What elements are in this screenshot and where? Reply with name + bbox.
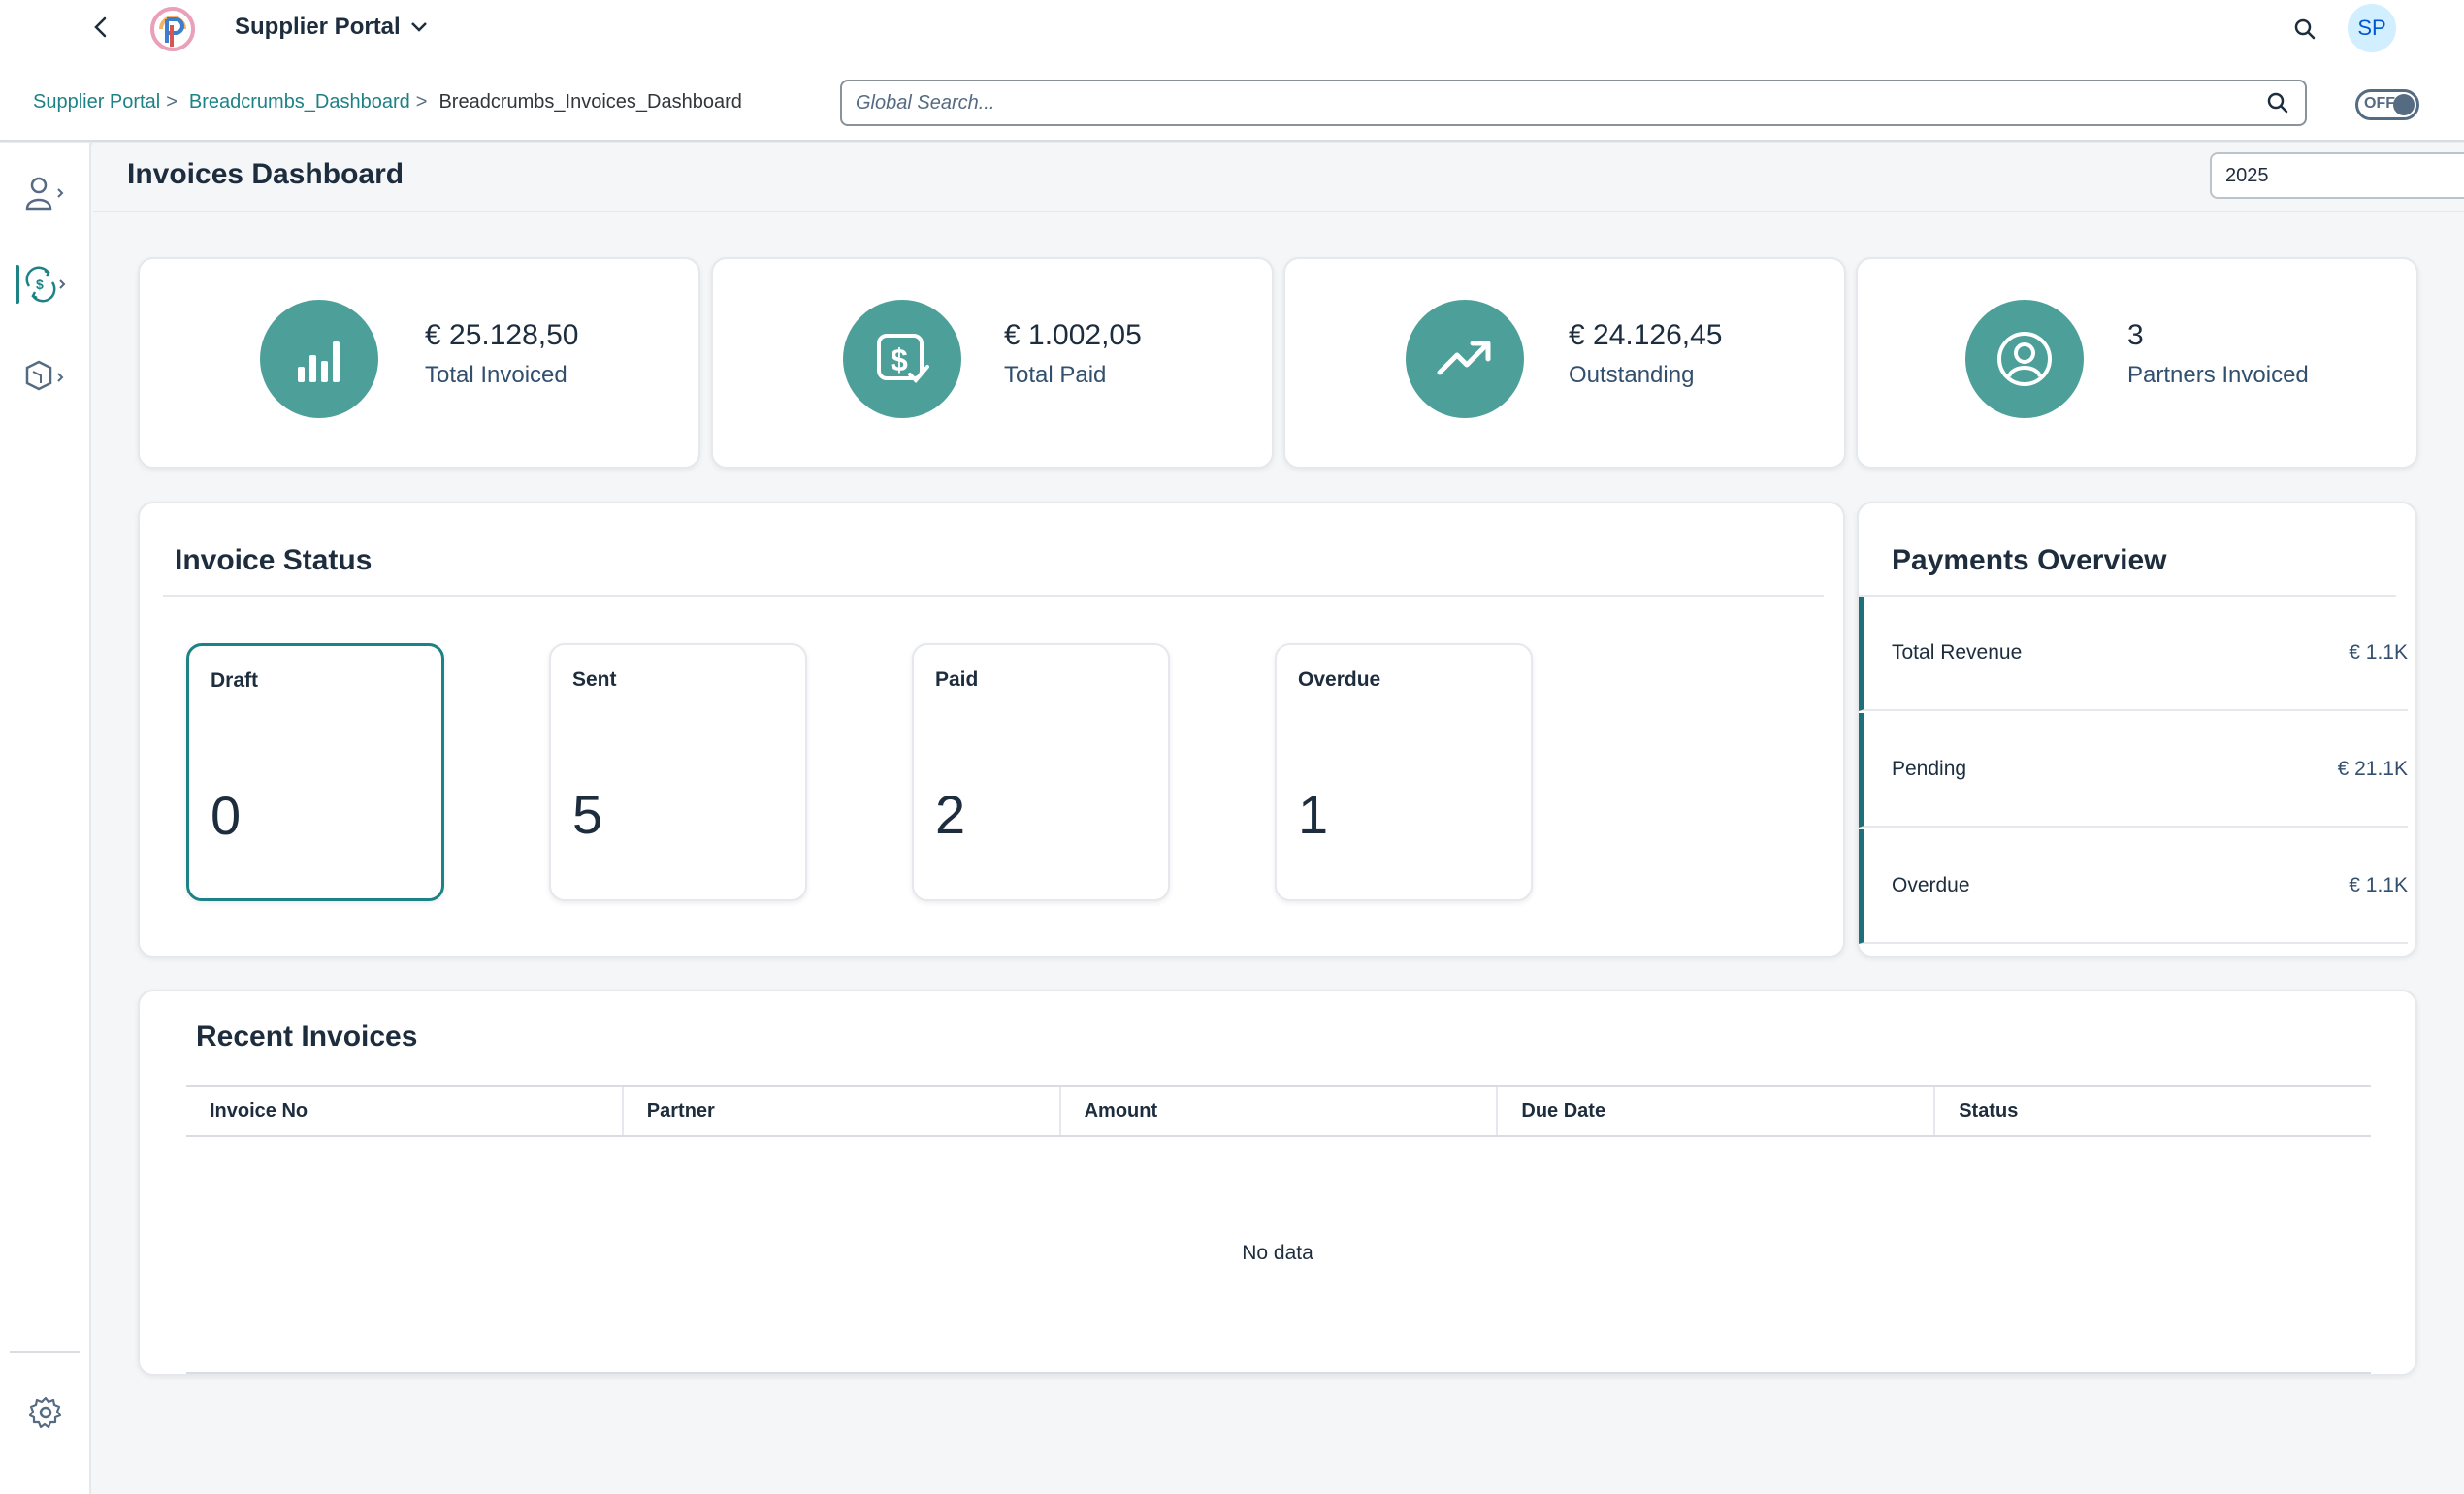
kpi-card-total-invoiced: € 25.128,50 Total Invoiced bbox=[138, 257, 700, 469]
page-title: Invoices Dashboard bbox=[127, 158, 405, 190]
kpi-icon-circle bbox=[1406, 300, 1524, 418]
trend-up-icon bbox=[1437, 341, 1491, 375]
status-tile-value: 1 bbox=[1298, 784, 1329, 845]
product-icon bbox=[25, 360, 64, 391]
global-search-input[interactable] bbox=[856, 91, 2264, 114]
logo-icon bbox=[150, 7, 195, 51]
kpi-label: Total Invoiced bbox=[425, 362, 567, 388]
payment-row-value: € 1.1K bbox=[2349, 874, 2408, 896]
kpi-value: € 24.126,45 bbox=[1569, 319, 1723, 351]
back-button[interactable] bbox=[85, 12, 116, 43]
app-title-menu[interactable]: Supplier Portal bbox=[235, 14, 428, 41]
app-logo bbox=[147, 4, 198, 54]
status-tile-draft[interactable]: Draft 0 bbox=[186, 643, 444, 901]
payments-overview-card: Payments Overview Total Revenue € 1.1K P… bbox=[1857, 502, 2417, 958]
column-header-status[interactable]: Status bbox=[1933, 1087, 2371, 1135]
table-empty-text: No data bbox=[1242, 1242, 1313, 1264]
payment-row-pending[interactable]: Pending € 21.1K bbox=[1859, 713, 2408, 828]
chevron-left-icon bbox=[94, 16, 107, 38]
payment-row-value: € 1.1K bbox=[2349, 641, 2408, 664]
kpi-label: Total Paid bbox=[1004, 362, 1107, 388]
sidenav-item-users[interactable] bbox=[14, 162, 80, 224]
kpi-icon-circle: $ bbox=[843, 300, 961, 418]
status-tile-value: 2 bbox=[935, 784, 966, 845]
shell-search-button[interactable] bbox=[2287, 12, 2322, 47]
invoice-status-card: Invoice Status Draft 0 Sent 5 Paid 2 Ove… bbox=[138, 502, 1845, 958]
theme-toggle[interactable]: OFF bbox=[2355, 89, 2419, 120]
column-header-partner[interactable]: Partner bbox=[621, 1087, 1059, 1135]
settings-button[interactable] bbox=[21, 1388, 70, 1437]
user-icon bbox=[25, 177, 64, 211]
breadcrumb-current: Breadcrumbs_Invoices_Dashboard bbox=[438, 91, 742, 113]
sidenav-item-products[interactable] bbox=[14, 346, 80, 408]
breadcrumb-link-dashboard[interactable]: Breadcrumbs_Dashboard bbox=[189, 91, 410, 114]
status-tile-value: 5 bbox=[572, 784, 603, 845]
svg-text:$: $ bbox=[36, 276, 44, 292]
status-tile-label: Draft bbox=[211, 669, 259, 692]
payment-row-total-revenue[interactable]: Total Revenue € 1.1K bbox=[1859, 597, 2408, 711]
gear-icon bbox=[28, 1396, 62, 1429]
kpi-value: 3 bbox=[2127, 319, 2144, 351]
column-header-amount[interactable]: Amount bbox=[1058, 1087, 1497, 1135]
recent-invoices-card: Recent Invoices Invoice No Partner Amoun… bbox=[138, 990, 2417, 1376]
app-title: Supplier Portal bbox=[235, 14, 401, 40]
payments-overview-title: Payments Overview bbox=[1892, 544, 2167, 576]
chevron-down-icon bbox=[410, 22, 427, 32]
payment-row-overdue[interactable]: Overdue € 1.1K bbox=[1859, 829, 2408, 944]
kpi-value: € 25.128,50 bbox=[425, 319, 579, 351]
bar-chart-icon bbox=[298, 341, 340, 382]
kpi-icon-circle bbox=[1965, 300, 2084, 418]
recent-invoices-title: Recent Invoices bbox=[196, 1021, 418, 1053]
kpi-icon-circle bbox=[260, 300, 378, 418]
breadcrumb-separator: > bbox=[415, 91, 428, 113]
kpi-card-outstanding: € 24.126,45 Outstanding bbox=[1283, 257, 1846, 469]
kpi-value: € 1.002,05 bbox=[1004, 319, 1142, 351]
kpi-label: Outstanding bbox=[1569, 362, 1695, 388]
year-select[interactable]: 2025 bbox=[2210, 152, 2464, 199]
status-tile-label: Sent bbox=[572, 668, 617, 691]
payment-row-label: Pending bbox=[1892, 758, 1967, 780]
breadcrumb-separator: > bbox=[166, 91, 178, 113]
status-tile-paid[interactable]: Paid 2 bbox=[912, 643, 1170, 901]
status-tile-sent[interactable]: Sent 5 bbox=[549, 643, 807, 901]
page-header: Invoices Dashboard 2025 bbox=[93, 143, 2464, 212]
currency-exchange-icon: $ bbox=[25, 266, 66, 303]
payment-row-label: Total Revenue bbox=[1892, 641, 2023, 664]
column-header-invoice-no[interactable]: Invoice No bbox=[186, 1087, 622, 1135]
table-bottom-border bbox=[186, 1372, 2371, 1374]
status-tile-value: 0 bbox=[211, 785, 242, 846]
toggle-label: OFF bbox=[2364, 95, 2395, 112]
status-tile-label: Overdue bbox=[1298, 668, 1381, 691]
status-tile-label: Paid bbox=[935, 668, 979, 691]
invoice-status-title: Invoice Status bbox=[175, 544, 373, 576]
shell-bar: Supplier Portal SP Supplier Portal > Bre… bbox=[0, 0, 2464, 142]
sidenav-divider bbox=[10, 1351, 80, 1353]
partner-icon bbox=[1997, 332, 2052, 386]
search-submit-button[interactable] bbox=[2264, 89, 2291, 116]
status-tile-overdue[interactable]: Overdue 1 bbox=[1275, 643, 1533, 901]
year-select-value: 2025 bbox=[2225, 164, 2269, 186]
paid-invoice-icon: $ bbox=[877, 334, 929, 383]
kpi-label: Partners Invoiced bbox=[2127, 362, 2309, 388]
column-header-due-date[interactable]: Due Date bbox=[1496, 1087, 1933, 1135]
kpi-card-partners-invoiced: 3 Partners Invoiced bbox=[1856, 257, 2418, 469]
toggle-knob bbox=[2393, 94, 2415, 115]
table-header-row: Invoice No Partner Amount Due Date Statu… bbox=[186, 1085, 2371, 1137]
global-search-field bbox=[840, 80, 2307, 126]
search-icon bbox=[2267, 92, 2288, 114]
payment-row-value: € 21.1K bbox=[2337, 758, 2408, 780]
kpi-card-total-paid: $ € 1.002,05 Total Paid bbox=[711, 257, 1274, 469]
payment-row-label: Overdue bbox=[1892, 874, 1970, 896]
sidenav-item-invoices[interactable]: $ bbox=[14, 253, 80, 315]
search-icon bbox=[2294, 18, 2316, 40]
side-navigation: $ bbox=[0, 143, 91, 1494]
avatar[interactable]: SP bbox=[2348, 4, 2396, 52]
card-divider bbox=[163, 595, 1824, 597]
svg-text:$: $ bbox=[891, 342, 908, 377]
breadcrumb-link-supplier-portal[interactable]: Supplier Portal bbox=[33, 91, 160, 114]
breadcrumb: Supplier Portal > Breadcrumbs_Dashboard … bbox=[33, 91, 742, 114]
